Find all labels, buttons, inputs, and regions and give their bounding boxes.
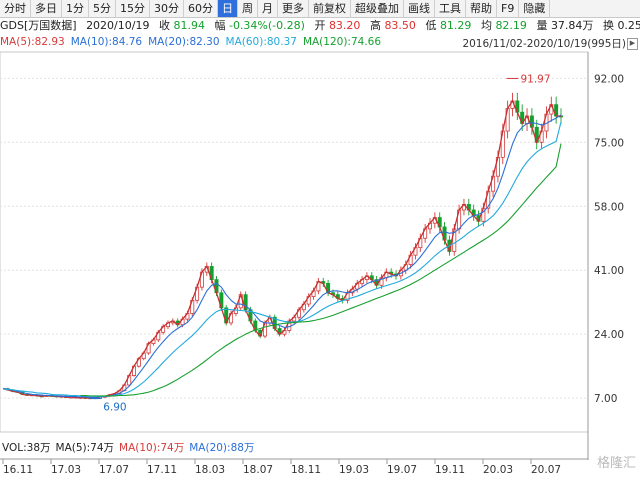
x-tick-label: 18.03 — [195, 464, 225, 476]
y-tick-label: 58.00 — [594, 201, 624, 213]
y-tick-label: 41.00 — [594, 265, 624, 277]
avg-value: 82.19 — [495, 19, 527, 32]
period-button[interactable]: 前复权 — [309, 0, 351, 17]
quote-bar: GDS[万国数据] 2020/10/19 收 81.94 幅 -0.34%(-0… — [0, 18, 640, 34]
kline-chart[interactable]: 92.00 75.00 58.00 41.00 24.00 7.00 16.11 17.03… — [0, 0, 640, 479]
ma-legend-item: MA(60):80.37 — [225, 36, 297, 48]
period-button[interactable]: 帮助 — [466, 0, 497, 17]
x-tick-label: 20.03 — [483, 464, 513, 476]
x-tick-label: 17.03 — [51, 464, 81, 476]
period-button[interactable]: 多日 — [31, 0, 62, 17]
ma-legend-item: MA(20):82.30 — [148, 36, 220, 48]
close-value: 81.94 — [173, 19, 205, 32]
volume-legend-item: MA(5):74万 — [55, 442, 115, 454]
x-tick-label: 18.11 — [291, 464, 321, 476]
x-tick-label: 19.03 — [339, 464, 369, 476]
x-tick-label: 17.11 — [147, 464, 177, 476]
period-button[interactable]: 月 — [258, 0, 278, 17]
period-button[interactable]: 更多 — [278, 0, 309, 17]
annotation-label: 6.90 — [103, 402, 126, 414]
series-line-1 — [2, 114, 562, 398]
close-label: 收 — [158, 19, 170, 32]
low-label: 低 — [425, 19, 437, 32]
period-button[interactable]: 日 — [218, 0, 238, 17]
date-axis: 16.11 17.03 17.07 17.11 18.03 18.07 18.11 19.03… — [0, 458, 588, 476]
turnover-value: 0.25% — [617, 19, 640, 32]
high-label: 高 — [369, 19, 381, 32]
period-button[interactable]: 周 — [238, 0, 258, 17]
x-tick-label: 18.07 — [243, 464, 273, 476]
y-tick-label: 75.00 — [594, 137, 624, 149]
candlesticks — [5, 92, 564, 400]
ma-legend-item: MA(120):74.66 — [302, 36, 382, 48]
ma-lines — [2, 99, 562, 399]
x-tick-label: 19.07 — [387, 464, 417, 476]
ma-legend-item: MA(5):82.93 — [0, 36, 65, 48]
ma-legend-item: MA(10):84.76 — [70, 36, 143, 48]
plot-frame — [0, 51, 589, 433]
open-value: 83.20 — [328, 19, 361, 32]
x-tick-label: 19.11 — [435, 464, 465, 476]
high-value: 83.50 — [384, 19, 416, 32]
period-button[interactable]: 60分 — [184, 0, 218, 17]
quote-date: 2020/10/19 — [86, 19, 150, 32]
x-tick-label: 20.07 — [531, 464, 561, 476]
period-button[interactable]: 1分 — [62, 0, 89, 17]
date-range: 2016/11/02-2020/10/19(995日) — [462, 38, 626, 50]
chevron-right-icon[interactable]: ▶ — [627, 38, 638, 50]
series-line-2 — [2, 121, 562, 397]
chart-grid — [0, 51, 589, 433]
annotation-label: 91.97 — [520, 73, 550, 85]
open-label: 开 — [314, 19, 326, 32]
y-tick-label: 7.00 — [594, 393, 617, 405]
x-tick-label: 17.07 — [99, 464, 129, 476]
avg-label: 均 — [480, 19, 492, 32]
period-button[interactable]: F9 — [497, 0, 520, 17]
period-button[interactable]: 隐藏 — [519, 0, 551, 17]
watermark-logo-icon: 格隆汇 — [596, 456, 636, 471]
stock-name: GDS[万国数据] — [0, 19, 77, 32]
y-tick-label: 24.00 — [594, 329, 624, 341]
period-button[interactable]: 30分 — [150, 0, 184, 17]
period-button[interactable]: 工具 — [435, 0, 466, 17]
volume-legend-item: VOL:38万 — [2, 442, 51, 454]
series-line-0 — [2, 99, 562, 399]
volume-legend-item: MA(10):74万 — [119, 442, 185, 454]
change-label: 幅 — [214, 19, 226, 32]
volume-label: 量 — [536, 19, 548, 32]
period-button[interactable]: 分时 — [0, 0, 31, 17]
period-button[interactable]: 15分 — [116, 0, 150, 17]
x-tick-label: 16.11 — [3, 464, 33, 476]
price-axis: 92.00 75.00 58.00 41.00 24.00 7.00 — [587, 52, 624, 460]
change-value: -0.34%(-0.28) — [228, 19, 305, 32]
turnover-label: 换 — [602, 19, 614, 32]
period-button[interactable]: 超级叠加 — [351, 0, 404, 17]
low-value: 81.29 — [439, 19, 472, 32]
price-annotations: 91.97 6.90 — [89, 73, 551, 414]
y-tick-label: 92.00 — [594, 73, 624, 85]
volume-value: 37.84万 — [550, 19, 594, 32]
period-toolbar: 分时 多日 1分 5分 15分 30分 60分日周月更多 前复权 超级叠加 画线 工具 帮助 F9 隐藏 — [0, 0, 640, 18]
period-button[interactable]: 5分 — [89, 0, 116, 17]
volume-legend-item: MA(20):88万 — [189, 442, 255, 454]
period-button[interactable]: 画线 — [404, 0, 435, 17]
volume-legend: VOL:38万 MA(5):74万 MA(10):74万 MA(20):88万 — [2, 440, 259, 455]
